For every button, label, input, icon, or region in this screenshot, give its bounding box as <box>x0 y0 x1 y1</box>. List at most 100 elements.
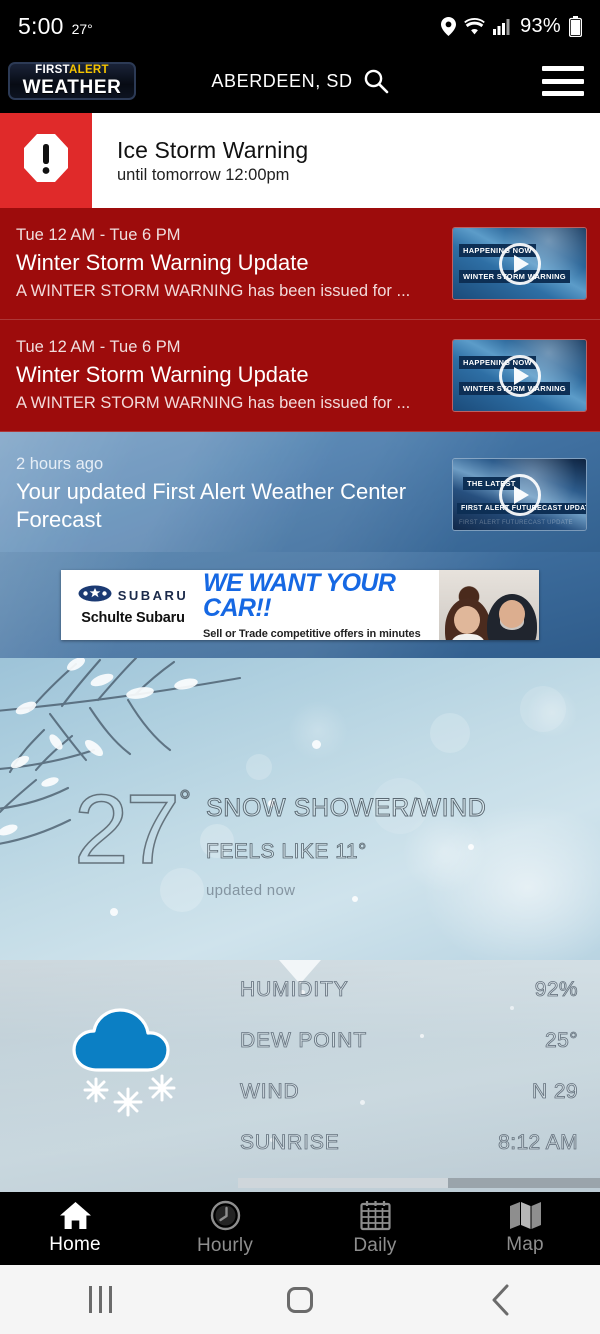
hero-content: 27° SNOW SHOWER/WIND FEELS LIKE 11° upda… <box>0 774 600 899</box>
tab-label: Home <box>49 1234 101 1255</box>
news-card-description: A WINTER STORM WARNING has been issued f… <box>16 282 411 301</box>
ad-person-right <box>487 594 537 640</box>
news-card-time: Tue 12 AM - Tue 6 PM <box>16 225 181 244</box>
news-card[interactable]: Tue 12 AM - Tue 6 PM Winter Storm Warnin… <box>0 208 600 320</box>
ad-brand-name: SUBARU <box>117 588 189 603</box>
horizontal-scrollbar[interactable] <box>238 1178 600 1188</box>
video-thumbnail[interactable]: THE LATEST FIRST ALERT FUTURECAST UPDATE… <box>453 459 586 530</box>
logo-bottom-text: WEATHER <box>22 76 122 98</box>
tab-hourly[interactable]: Hourly <box>150 1200 300 1257</box>
clock-icon <box>210 1200 241 1231</box>
status-bar-left: 5:00 27° <box>18 13 93 40</box>
video-thumbnail[interactable]: HAPPENING NOW WINTER STORM WARNING <box>453 340 586 411</box>
logo-top-text: FIRSTALERT <box>35 64 109 77</box>
map-icon <box>509 1201 542 1230</box>
recents-bars <box>88 1286 112 1313</box>
location-icon <box>441 16 457 36</box>
tab-label: Hourly <box>196 1235 254 1256</box>
home-square-icon[interactable] <box>200 1286 400 1313</box>
detail-row: DEW POINT 25° <box>240 1029 578 1080</box>
alert-icon-container <box>0 113 92 208</box>
bokeh-decoration <box>246 754 272 780</box>
hamburger-menu-icon[interactable] <box>542 66 584 96</box>
current-temperature: 27° <box>73 774 191 884</box>
detail-row: HUMIDITY 92% <box>240 978 578 1029</box>
calendar-icon <box>359 1200 391 1231</box>
battery-percent-label: 93% <box>520 14 561 37</box>
advertisement-banner[interactable]: SUBARU Schulte Subaru WE WANT YOUR CAR!!… <box>61 570 539 640</box>
tab-daily[interactable]: Daily <box>300 1200 450 1257</box>
detail-row: SUNRISE 8:12 AM <box>240 1131 578 1182</box>
ad-copy-block: WE WANT YOUR CAR!! Sell or Trade competi… <box>201 570 439 640</box>
wifi-icon <box>464 17 485 35</box>
bottom-tab-bar: Home Hourly Daily Map <box>0 1192 600 1265</box>
bokeh-decoration <box>430 713 470 753</box>
news-card[interactable]: Tue 12 AM - Tue 6 PM Winter Storm Warnin… <box>0 320 600 432</box>
play-button-icon[interactable] <box>498 473 541 516</box>
news-card-headline: Winter Storm Warning Update <box>16 361 309 387</box>
hamburger-line <box>542 91 584 96</box>
hamburger-line <box>542 78 584 84</box>
details-list: HUMIDITY 92% DEW POINT 25° WIND N 29 SUN… <box>240 978 578 1182</box>
recents-icon[interactable] <box>0 1286 200 1313</box>
status-bar-right: 93% <box>441 15 582 38</box>
battery-icon <box>569 15 582 37</box>
phone-screen: 5:00 27° 93% FIRSTALERT WEATHER ABERDEEN… <box>0 0 600 1334</box>
weather-condition: SNOW SHOWER/WIND <box>206 794 487 823</box>
detail-value: 92% <box>534 978 578 1002</box>
video-thumbnail[interactable]: HAPPENING NOW WINTER STORM WARNING <box>453 228 586 299</box>
ad-person-left <box>445 598 491 640</box>
degree-symbol: ° <box>178 785 191 818</box>
news-card-headline: Your updated First Alert Weather Center … <box>16 478 407 532</box>
ad-person-beard <box>500 614 524 630</box>
tab-map[interactable]: Map <box>450 1201 600 1256</box>
home-square-shape <box>287 1286 313 1313</box>
ad-headline: WE WANT YOUR CAR!! <box>203 570 396 622</box>
detail-label: WIND <box>240 1080 300 1104</box>
exclamation-octagon-icon <box>22 132 70 189</box>
alert-banner[interactable]: Ice Storm Warning until tomorrow 12:00pm <box>0 113 600 208</box>
news-card-description: A WINTER STORM WARNING has been issued f… <box>16 394 411 413</box>
current-conditions-hero: 27° SNOW SHOWER/WIND FEELS LIKE 11° upda… <box>0 658 600 960</box>
detail-value: 8:12 AM <box>498 1131 578 1155</box>
search-icon[interactable] <box>363 68 389 94</box>
tab-label: Daily <box>353 1235 397 1256</box>
feels-like: FEELS LIKE 11° <box>206 840 367 864</box>
news-card-time: Tue 12 AM - Tue 6 PM <box>16 337 181 356</box>
alert-title: Ice Storm Warning <box>117 136 309 163</box>
system-status-bar: 5:00 27° 93% <box>0 0 600 52</box>
news-card-headline: Winter Storm Warning Update <box>16 249 309 275</box>
detail-value: N 29 <box>532 1080 578 1104</box>
current-location-label[interactable]: ABERDEEN, SD <box>211 71 352 92</box>
news-card[interactable]: 2 hours ago Your updated First Alert Wea… <box>0 432 600 558</box>
ad-dealer-name: Schulte Subaru <box>81 609 185 626</box>
news-card-list: Tue 12 AM - Tue 6 PM Winter Storm Warnin… <box>0 208 600 558</box>
tab-home[interactable]: Home <box>0 1201 150 1256</box>
detail-label: SUNRISE <box>240 1131 340 1155</box>
first-alert-weather-logo: FIRSTALERT WEATHER <box>8 62 136 100</box>
scrollbar-thumb[interactable] <box>238 1178 448 1188</box>
news-card-body: Tue 12 AM - Tue 6 PM Winter Storm Warnin… <box>16 338 453 413</box>
hamburger-line <box>542 66 584 71</box>
clock-time: 5:00 <box>18 12 64 39</box>
play-button-icon[interactable] <box>498 354 541 397</box>
back-chevron-icon[interactable] <box>400 1283 600 1317</box>
detail-value: 25° <box>545 1029 578 1053</box>
snow-particle <box>312 740 321 749</box>
ad-photo <box>439 570 539 640</box>
ad-brand-row: SUBARU <box>78 585 189 607</box>
subaru-logo-icon <box>78 585 112 607</box>
news-card-time: 2 hours ago <box>16 454 104 473</box>
alert-text-block: Ice Storm Warning until tomorrow 12:00pm <box>92 113 600 208</box>
ad-tagline: Sell or Trade competitive offers in minu… <box>203 627 421 640</box>
cellular-signal-icon <box>493 18 512 35</box>
home-icon <box>59 1201 92 1230</box>
cloud-with-snow-icon <box>72 1008 176 1117</box>
play-button-icon[interactable] <box>498 242 541 285</box>
bokeh-decoration <box>520 686 566 732</box>
news-card-body: Tue 12 AM - Tue 6 PM Winter Storm Warnin… <box>16 226 453 301</box>
last-updated: updated now <box>206 882 296 899</box>
android-navigation-bar <box>0 1265 600 1334</box>
detail-label: HUMIDITY <box>240 978 349 1002</box>
weather-details-panel: HUMIDITY 92% DEW POINT 25° WIND N 29 SUN… <box>0 960 600 1192</box>
